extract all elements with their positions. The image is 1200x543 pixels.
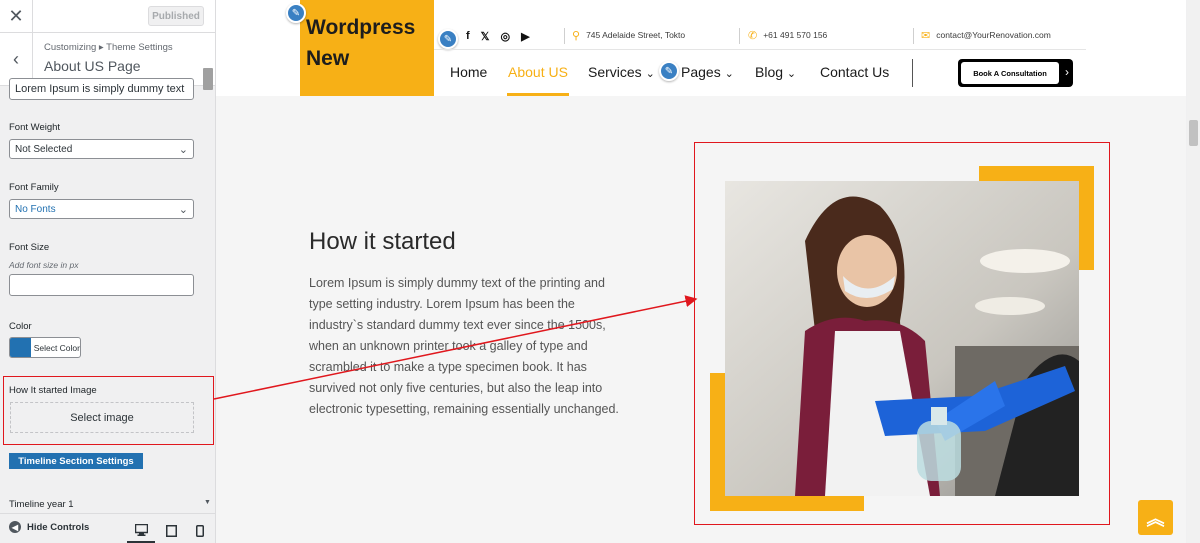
edit-shortcut-icon[interactable]: ✎ (286, 3, 306, 23)
collapse-icon: ◀ (9, 521, 21, 533)
close-customizer-button[interactable]: ✕ (0, 0, 33, 33)
color-label: Color (9, 321, 32, 332)
chevron-right-icon: › (1065, 65, 1069, 79)
font-size-label: Font Size (9, 242, 50, 253)
highlighted-image-region (694, 142, 1110, 525)
nav-contact-us[interactable]: Contact Us (820, 64, 889, 80)
font-weight-value: Not Selected (15, 143, 73, 155)
font-weight-label: Font Weight (9, 122, 61, 133)
email-text: contact@YourRenovation.com (936, 30, 1051, 40)
chevron-down-icon: ⌄ (178, 143, 188, 156)
double-chevron-up-icon: ︽ (1146, 508, 1165, 529)
tablet-icon (165, 525, 177, 537)
header-divider (434, 49, 1086, 50)
edit-shortcut-icon[interactable]: ✎ (438, 29, 458, 49)
scroll-down-arrow-icon[interactable]: ▼ (204, 499, 211, 506)
font-family-label: Font Family (9, 182, 59, 193)
font-family-select[interactable]: No Fonts ⌄ (9, 199, 194, 219)
nav-blog-label: Blog (755, 64, 784, 80)
youtube-icon[interactable]: ▶ (521, 30, 529, 43)
image-label: How It started Image (9, 385, 97, 396)
address-text: 745 Adelaide Street, Tokto (586, 30, 686, 40)
select-color-label: Select Color (33, 342, 80, 353)
site-logo[interactable]: Wordpress New (300, 0, 434, 96)
chevron-down-icon: ⌄ (645, 68, 655, 80)
email-info: ✉ contact@YourRenovation.com (921, 27, 1051, 43)
desktop-icon (134, 524, 148, 536)
publish-button[interactable]: Published (148, 6, 204, 26)
select-color-button[interactable]: Select Color (9, 337, 81, 358)
preview-scrollbar[interactable] (1187, 0, 1200, 543)
how-it-started-image-control: How It started Image Select image (3, 376, 214, 445)
hide-controls-button[interactable]: ◀ Hide Controls (9, 521, 89, 533)
about-section-title: How it started (309, 228, 456, 255)
phone-icon: ✆ (748, 29, 758, 42)
customizer-top-bar: ✕ Published (0, 0, 215, 33)
divider (564, 28, 565, 44)
about-section-body: Lorem Ipsum is simply dummy text of the … (309, 276, 619, 416)
edit-shortcut-icon[interactable]: ✎ (659, 61, 679, 81)
divider (913, 28, 914, 44)
envelope-icon: ✉ (921, 29, 931, 42)
phone-text: +61 491 570 156 (763, 30, 828, 40)
divider (912, 59, 913, 87)
customizer-sidebar: ✕ Published ‹ Customizing ▸ Theme Settin… (0, 0, 216, 543)
nav-about-us[interactable]: About US (508, 64, 568, 80)
close-icon: ✕ (8, 6, 24, 26)
location-pin-icon: ⚲ (572, 29, 581, 42)
sidebar-scrollbar[interactable] (203, 68, 213, 90)
color-swatch (10, 338, 31, 357)
timeline-section-settings-button[interactable]: Timeline Section Settings (9, 453, 143, 469)
tablet-preview-button[interactable] (157, 519, 185, 543)
font-size-hint: Add font size in px (9, 260, 79, 270)
mobile-preview-button[interactable] (186, 519, 214, 543)
site-header: Wordpress New ✎ ✎ f 𝕏 ◎ ▶ ⚲ 745 Adelaide… (216, 0, 1186, 96)
text-input[interactable]: Lorem Ipsum is simply dummy text (9, 78, 194, 100)
address-info: ⚲ 745 Adelaide Street, Tokto (572, 27, 685, 43)
font-weight-select[interactable]: Not Selected ⌄ (9, 139, 194, 159)
nav-blog[interactable]: Blog ⌄ (755, 64, 796, 80)
chevron-down-icon: ⌄ (178, 203, 188, 216)
font-size-input[interactable] (9, 274, 194, 296)
active-nav-indicator (507, 93, 569, 96)
nav-services-label: Services (588, 64, 642, 80)
select-image-button[interactable]: Select image (10, 402, 194, 433)
desktop-preview-button[interactable] (127, 519, 155, 543)
breadcrumb: Customizing ▸ Theme Settings (44, 42, 173, 53)
social-links: f 𝕏 ◎ ▶ (466, 27, 541, 45)
font-family-value: No Fonts (15, 203, 56, 215)
nav-services[interactable]: Services ⌄ (588, 64, 655, 80)
divider (739, 28, 740, 44)
section-title: About US Page (44, 58, 141, 74)
preview-scrollbar-thumb[interactable] (1189, 120, 1198, 146)
nav-home[interactable]: Home (450, 64, 487, 80)
mobile-icon (196, 525, 204, 537)
hide-controls-label: Hide Controls (27, 521, 90, 533)
chevron-down-icon: ⌄ (724, 68, 734, 80)
nav-pages[interactable]: Pages ⌄ (681, 64, 734, 80)
chevron-left-icon: ‹ (13, 48, 19, 69)
cta-label: Book A Consultation (961, 62, 1059, 84)
timeline-year-label: Timeline year 1 (9, 499, 74, 510)
facebook-icon[interactable]: f (466, 30, 470, 42)
nav-pages-label: Pages (681, 64, 721, 80)
x-twitter-icon[interactable]: 𝕏 (481, 30, 490, 43)
customizer-footer: ◀ Hide Controls (0, 513, 215, 543)
instagram-icon[interactable]: ◎ (501, 30, 511, 43)
phone-info: ✆ +61 491 570 156 (748, 27, 827, 43)
site-preview: Wordpress New ✎ ✎ f 𝕏 ◎ ▶ ⚲ 745 Adelaide… (216, 0, 1186, 543)
book-consultation-button[interactable]: Book A Consultation › (958, 59, 1073, 87)
scroll-to-top-button[interactable]: ︽ (1138, 500, 1173, 535)
chevron-down-icon: ⌄ (786, 68, 797, 80)
